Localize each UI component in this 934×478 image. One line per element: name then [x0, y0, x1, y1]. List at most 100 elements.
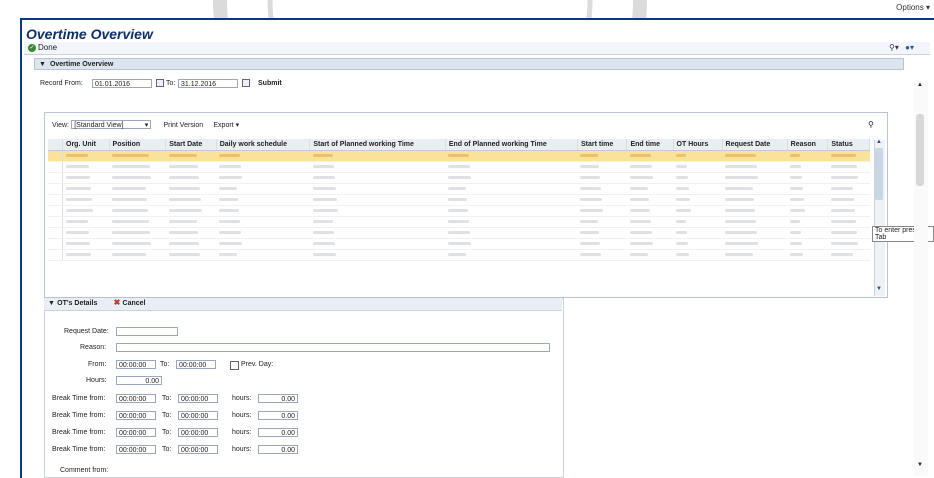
table-cell [673, 183, 723, 195]
obscured-cell-value [168, 242, 199, 246]
grid-settings-icon[interactable]: ⚲ [868, 120, 874, 129]
table-cell [626, 227, 674, 239]
record-to-input[interactable]: 31.12.2016 [178, 79, 238, 88]
done-button[interactable]: Done [38, 43, 57, 52]
obscured-cell-value [219, 253, 238, 257]
row-selector[interactable] [48, 183, 63, 195]
table-cell [109, 172, 166, 184]
row-selector[interactable] [48, 194, 63, 206]
table-row[interactable] [48, 161, 870, 173]
table-cell [577, 238, 627, 250]
col-start-date[interactable]: Start Date [165, 139, 217, 151]
help-icon[interactable]: ●▾ [905, 43, 914, 52]
page-scroll-down-icon[interactable]: ▼ [917, 462, 923, 468]
break-to-input[interactable]: 00:00:00 [178, 394, 218, 403]
break-hours-input[interactable]: 0.00 [258, 411, 298, 420]
table-row[interactable] [48, 172, 870, 184]
row-selector[interactable] [48, 161, 63, 173]
options-menu[interactable]: Options ▾ [896, 3, 930, 12]
break-from-input[interactable]: 00:00:00 [116, 445, 156, 454]
row-selector[interactable] [48, 238, 63, 250]
col-daily-work-schedule[interactable]: Daily work schedule [216, 139, 311, 151]
break-from-input[interactable]: 00:00:00 [116, 411, 156, 420]
table-row[interactable] [48, 249, 870, 261]
toolbar-right-icons: ⚲▾ ●▾ [889, 43, 914, 52]
hours-input[interactable]: 0.00 [116, 376, 162, 385]
break-hours-input[interactable]: 0.00 [258, 445, 298, 454]
table-row[interactable] [48, 194, 870, 206]
row-selector[interactable] [48, 227, 63, 239]
col-end-time[interactable]: End time [626, 139, 674, 151]
from-label: From: [88, 361, 107, 368]
break-hours-label: hours: [232, 412, 252, 419]
col-status[interactable]: Status [827, 139, 870, 151]
break-from-input[interactable]: 00:00:00 [116, 394, 156, 403]
grid-scrollbar-thumb[interactable] [875, 148, 883, 200]
col-start-time[interactable]: Start time [577, 139, 628, 151]
table-row[interactable] [48, 183, 870, 195]
table-cell [309, 172, 446, 184]
break-to-input[interactable]: 00:00:00 [178, 428, 218, 437]
break-to-input[interactable]: 00:00:00 [178, 411, 218, 420]
col-reason[interactable]: Reason [787, 139, 829, 151]
scroll-up-icon[interactable]: ▲ [876, 139, 882, 145]
prev-day-checkbox[interactable] [230, 361, 239, 370]
obscured-cell-value [790, 187, 804, 191]
obscured-cell-value [312, 154, 333, 158]
break-hours-input[interactable]: 0.00 [258, 394, 298, 403]
request-date-input[interactable] [116, 327, 178, 336]
obscured-cell-value [830, 220, 856, 224]
reason-input[interactable] [116, 343, 550, 352]
section-header[interactable]: ▼ Overtime Overview [34, 58, 904, 70]
from-time-input[interactable]: 00:00:00 [116, 360, 156, 369]
break-hours-input[interactable]: 0.00 [258, 428, 298, 437]
break-to-input[interactable]: 00:00:00 [178, 445, 218, 454]
col-end-planned[interactable]: End of Planned working Time [445, 139, 578, 151]
calendar-icon[interactable] [156, 79, 164, 87]
table-cell [445, 150, 578, 162]
row-selector-header[interactable] [48, 139, 63, 151]
obscured-cell-value [580, 165, 600, 169]
obscured-cell-value [629, 209, 650, 213]
collapse-icon[interactable]: ▼ [48, 300, 55, 307]
page-scrollbar-thumb[interactable] [916, 114, 924, 186]
table-cell [165, 227, 217, 239]
record-from-input[interactable]: 01.01.2016 [92, 79, 152, 88]
row-selector[interactable] [48, 205, 63, 217]
col-position[interactable]: Position [109, 139, 167, 151]
row-selector[interactable] [48, 216, 63, 228]
break-from-input[interactable]: 00:00:00 [116, 428, 156, 437]
col-request-date[interactable]: Request Date [722, 139, 788, 151]
table-cell [577, 249, 627, 261]
scroll-down-icon[interactable]: ▼ [876, 286, 882, 292]
print-version-link[interactable]: Print Version [163, 122, 203, 129]
to-time-input[interactable]: 00:00:00 [176, 360, 216, 369]
table-row[interactable] [48, 238, 870, 250]
col-start-planned[interactable]: Start of Planned working Time [309, 139, 446, 151]
obscured-cell-value [448, 209, 469, 213]
table-row[interactable] [48, 205, 870, 217]
personalize-icon[interactable]: ⚲▾ [889, 43, 899, 52]
submit-button[interactable]: Submit [258, 80, 282, 87]
table-row[interactable] [48, 150, 870, 162]
obscured-cell-value [725, 187, 754, 191]
table-cell [62, 194, 110, 206]
view-select[interactable]: [Standard View] ▾ [71, 120, 152, 130]
col-ot-hours[interactable]: OT Hours [673, 139, 723, 151]
calendar-icon[interactable] [242, 79, 250, 87]
obscured-cell-value [168, 187, 200, 191]
view-label: View: [52, 122, 69, 129]
table-row[interactable] [48, 227, 870, 239]
cancel-button[interactable]: Cancel [123, 300, 146, 307]
page-scroll-up-icon[interactable]: ▲ [917, 82, 923, 88]
row-selector[interactable] [48, 172, 63, 184]
table-row[interactable] [48, 216, 870, 228]
row-selector[interactable] [48, 150, 63, 162]
obscured-cell-value [66, 253, 91, 257]
obscured-cell-value [219, 220, 241, 224]
obscured-cell-value [66, 165, 89, 169]
export-menu[interactable]: Export ▾ [213, 122, 239, 129]
col-org-unit[interactable]: Org. Unit [62, 139, 110, 151]
table-cell [827, 194, 870, 206]
row-selector[interactable] [48, 249, 63, 261]
